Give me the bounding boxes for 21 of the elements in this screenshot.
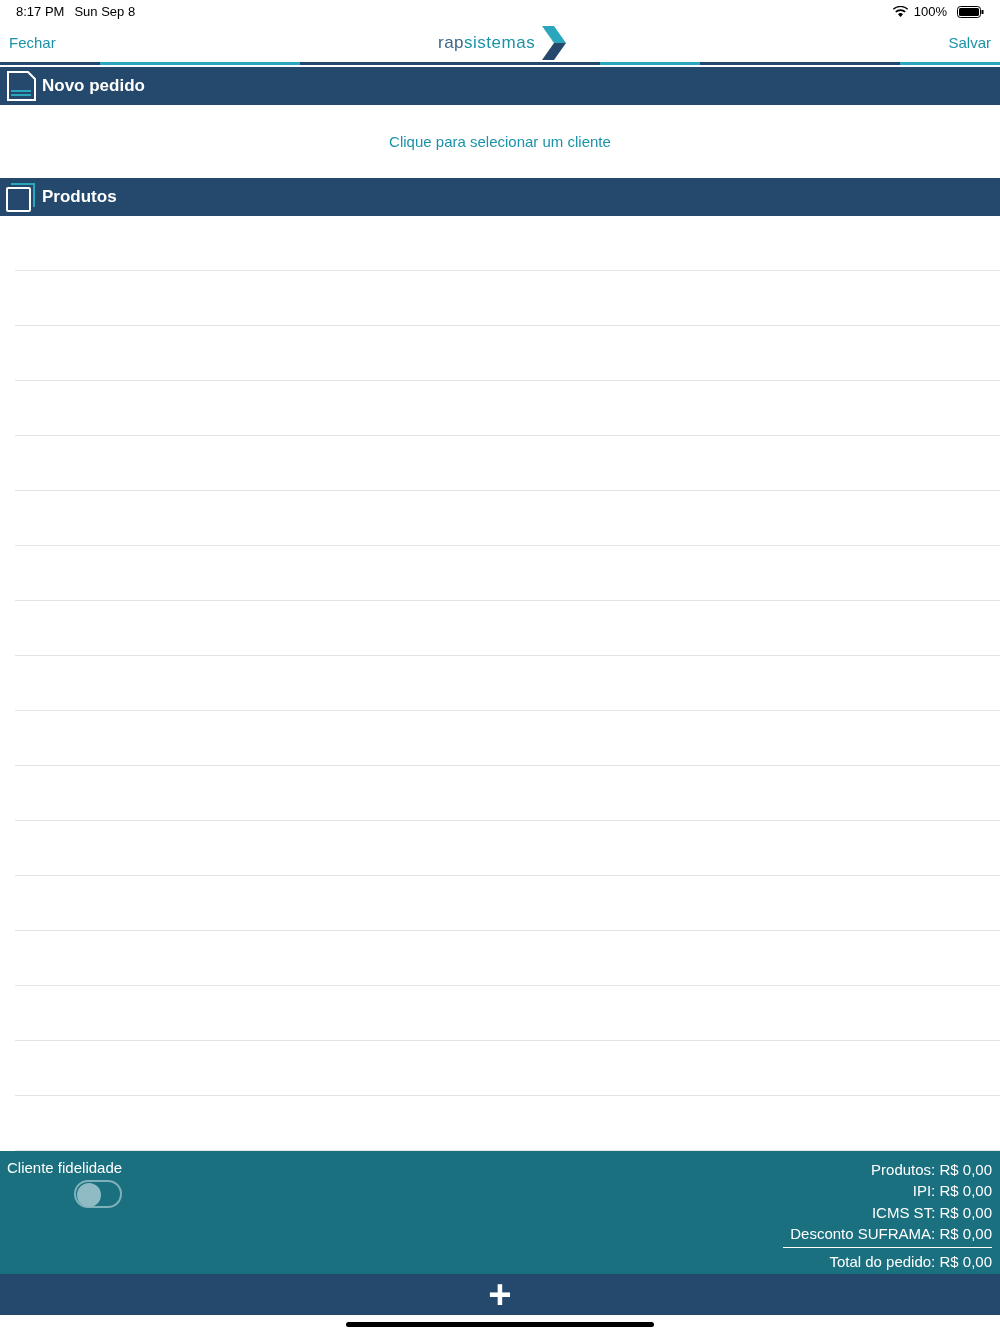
- add-button[interactable]: +: [488, 1276, 512, 1313]
- loyalty-toggle[interactable]: [74, 1179, 122, 1208]
- logo: rapsistemas: [438, 25, 567, 60]
- save-link[interactable]: Salvar: [948, 34, 991, 52]
- total-line: Produtos: R$ 0,00: [871, 1159, 992, 1180]
- section-title: Produtos: [42, 187, 117, 207]
- total-line: Desconto SUFRAMA: R$ 0,00: [790, 1224, 992, 1245]
- battery-icon: [957, 5, 984, 18]
- status-date: Sun Sep 8: [74, 4, 136, 20]
- order-total: Total do pedido: R$ 0,00: [829, 1251, 992, 1272]
- squares-icon: [6, 182, 36, 212]
- select-client-link[interactable]: Clique para selecionar um cliente: [389, 133, 611, 151]
- battery-percent: 100%: [913, 4, 947, 20]
- close-link[interactable]: Fechar: [9, 34, 56, 52]
- total-line: ICMS ST: R$ 0,00: [871, 1202, 992, 1223]
- section-title: Novo pedido: [42, 76, 145, 97]
- total-line: IPI: R$ 0,00: [912, 1181, 992, 1202]
- toggle-label: Cliente fidelidade: [7, 1158, 123, 1176]
- status-time: 8:17 PM: [16, 4, 65, 20]
- wifi-icon: [892, 6, 908, 18]
- document-icon: [6, 71, 36, 102]
